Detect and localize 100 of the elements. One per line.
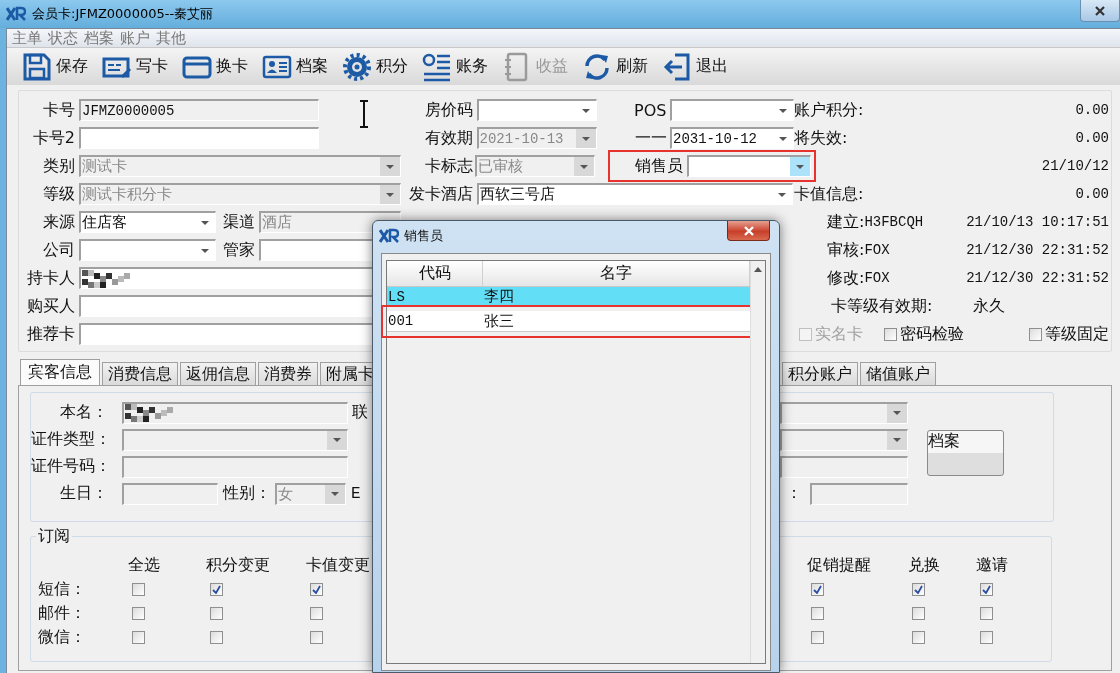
toolbar-button[interactable]: 刷新 <box>575 49 655 84</box>
caret-icon <box>386 164 394 169</box>
field-label: POS <box>633 100 668 120</box>
checkbox[interactable] <box>912 582 925 596</box>
close-button[interactable] <box>1080 0 1120 22</box>
field-label: 等级 <box>42 183 76 205</box>
menu-item[interactable]: 档案 <box>81 28 117 48</box>
toolbar-button[interactable]: 写卡 <box>95 49 175 84</box>
check-mark-icon <box>914 584 923 594</box>
checkbox[interactable] <box>210 606 223 620</box>
dropdown[interactable]: 住店客 <box>79 211 216 233</box>
refresh-icon <box>582 51 612 82</box>
scroll-up-icon <box>754 267 762 272</box>
caret-icon <box>893 411 901 415</box>
column-header: 代码 <box>387 261 483 286</box>
tab[interactable]: 储值账户 <box>860 362 936 385</box>
menu-item[interactable]: 账户 <box>117 28 153 48</box>
summary-value: 21/10/12 <box>1041 158 1109 174</box>
checkbox[interactable] <box>912 630 925 644</box>
toolbar-button[interactable]: 积分 <box>335 49 415 84</box>
checkbox[interactable] <box>210 582 223 596</box>
checkbox-label: 等级固定 <box>1045 323 1109 345</box>
checkbox[interactable] <box>912 606 925 620</box>
checkbox[interactable] <box>132 630 145 644</box>
table-cell-text: 李四 <box>483 287 515 306</box>
field-label: 本名： <box>59 402 108 423</box>
toolbar-button[interactable]: 档案 <box>255 49 335 84</box>
checkbox[interactable] <box>132 582 145 596</box>
check-mark-icon <box>312 584 321 594</box>
checkbox[interactable] <box>132 606 145 620</box>
caret-icon <box>333 438 341 442</box>
dropdown[interactable] <box>687 155 811 177</box>
field-label: 卡等级有效期: <box>831 295 934 317</box>
caret-icon <box>778 192 786 197</box>
caret-icon <box>893 438 901 442</box>
summary-label: 卡值信息: <box>794 183 864 205</box>
column-header: 积分变更 <box>206 554 271 576</box>
table-cell-text: 张三 <box>483 311 515 331</box>
checkbox[interactable] <box>980 606 993 620</box>
checkbox[interactable] <box>811 606 824 620</box>
dropdown[interactable] <box>670 99 794 121</box>
check-mark-icon <box>813 584 822 594</box>
field-label: 卡号2 <box>31 127 76 149</box>
checkbox[interactable] <box>310 582 323 596</box>
menu-item[interactable]: 其他 <box>153 28 189 48</box>
checkbox[interactable] <box>210 630 223 644</box>
field-label: 渠道 <box>222 211 256 233</box>
summary-value: 0.00 <box>1075 130 1109 146</box>
toolbar-button[interactable]: 保存 <box>15 49 95 84</box>
field-label: 生日： <box>59 483 108 504</box>
caret-icon <box>779 108 787 113</box>
dropdown[interactable]: 西软三号店 <box>477 183 793 205</box>
audit-label: 建立: <box>827 211 865 233</box>
field-label: 类别 <box>42 155 76 177</box>
tab[interactable]: 消费券 <box>258 362 318 385</box>
input-field[interactable] <box>79 127 319 149</box>
input-field[interactable]: JFMZ0000005 <box>79 99 319 121</box>
checkbox[interactable] <box>980 582 993 596</box>
dropdown[interactable] <box>476 99 597 121</box>
checkbox[interactable] <box>811 582 824 596</box>
checkbox[interactable] <box>980 630 993 644</box>
checkbox[interactable] <box>884 327 897 341</box>
field-label: 卡号 <box>42 99 76 121</box>
field-label: 持卡人 <box>26 267 76 289</box>
row-label: 微信： <box>38 626 87 648</box>
checkbox[interactable] <box>310 630 323 644</box>
field-label: 发卡酒店 <box>408 183 474 205</box>
archive-button[interactable]: 档案 <box>927 430 1004 476</box>
toolbar-button[interactable]: 账务 <box>415 49 495 84</box>
tab[interactable]: 返佣信息 <box>180 362 256 385</box>
toolbar-button[interactable]: 退出 <box>655 49 735 84</box>
table-cell-text: 001 <box>387 313 415 329</box>
checkbox[interactable] <box>310 606 323 620</box>
scrollbar[interactable] <box>750 261 765 663</box>
caret-icon <box>331 492 339 496</box>
tab[interactable]: 积分账户 <box>782 362 858 385</box>
field-value: 永久 <box>973 295 1005 317</box>
menu-item[interactable]: 状态 <box>45 28 81 48</box>
dropdown[interactable]: 2031-10-12 <box>670 127 794 149</box>
close-button[interactable] <box>727 221 770 241</box>
caret-icon <box>201 248 209 253</box>
caret-icon <box>779 136 787 141</box>
summary-value: 0.00 <box>1075 186 1109 202</box>
row-label: 邮件： <box>38 602 87 624</box>
caret-icon <box>386 192 394 197</box>
checkbox[interactable] <box>1029 327 1042 341</box>
table-cell-text: LS <box>387 288 406 305</box>
tab[interactable]: 宾客信息 <box>20 359 100 385</box>
checkbox[interactable] <box>811 630 824 644</box>
tab[interactable]: 消费信息 <box>102 362 178 385</box>
field-label: 联 <box>352 402 368 423</box>
column-header: 兑换 <box>908 554 941 576</box>
dropdown[interactable] <box>79 239 216 261</box>
toolbar-button[interactable]: 换卡 <box>175 49 255 84</box>
column-header: 全选 <box>128 554 161 576</box>
column-header: 卡值变更 <box>306 554 371 576</box>
check-mark-icon <box>982 584 991 594</box>
caret-icon <box>581 136 590 141</box>
audit-user: FOX <box>864 270 890 286</box>
menu-item[interactable]: 主单 <box>9 28 45 48</box>
